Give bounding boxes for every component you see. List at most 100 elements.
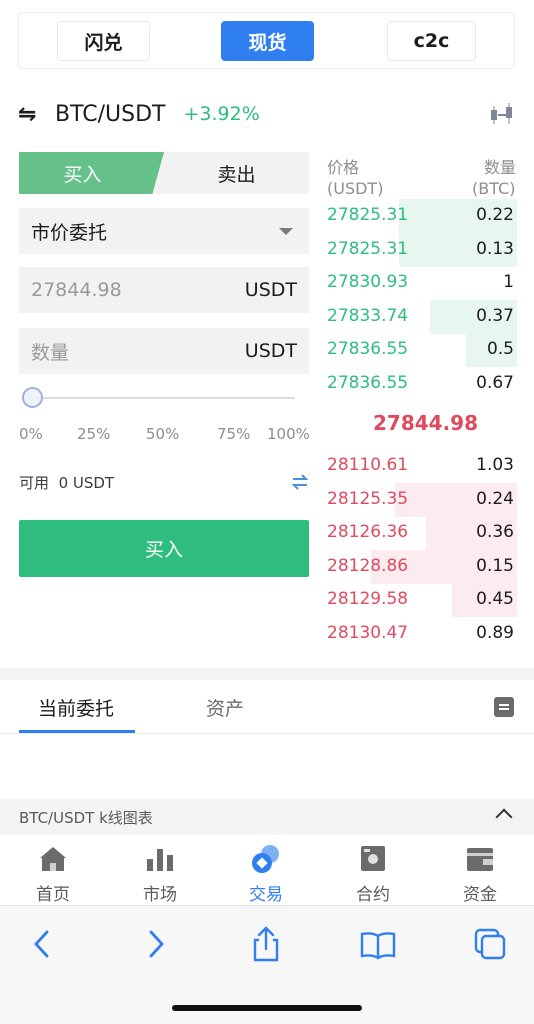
bid-row[interactable]: 27836.55 0.5 (327, 333, 517, 367)
nav-market[interactable]: 市场 (107, 835, 213, 905)
bid-row[interactable]: 27836.55 0.67 (327, 367, 517, 401)
ask-row[interactable]: 28128.86 0.15 (327, 549, 517, 584)
nav-home-label: 首页 (36, 885, 70, 905)
buy-sell-toggle: 买入 卖出 (19, 152, 309, 194)
nav-home[interactable]: 首页 (0, 835, 106, 905)
bid-qty: 1 (503, 272, 514, 292)
nav-trade[interactable]: 交易 (213, 835, 319, 905)
tabs-border (0, 733, 534, 734)
bookmarks-icon[interactable] (358, 924, 398, 964)
ob-qty-unit: (BTC) (472, 179, 516, 198)
candlestick-icon[interactable] (488, 100, 516, 128)
ask-price: 28130.47 (327, 622, 409, 643)
tab-spot[interactable]: 现货 (221, 21, 314, 61)
ask-price: 28129.58 (327, 589, 409, 609)
transfer-icon[interactable] (290, 472, 310, 492)
kline-chart-label: BTC/USDT k线图表 (19, 808, 153, 827)
tab-c2c[interactable]: c2c (387, 21, 476, 61)
ask-row[interactable]: 28126.36 0.36 (327, 516, 517, 550)
amount-slider-knob[interactable] (22, 387, 43, 408)
bid-qty: 0.37 (476, 305, 514, 326)
ob-price-header: 价格 (327, 158, 360, 177)
nav-contract-label: 合约 (356, 885, 390, 905)
ask-price: 28125.35 (327, 488, 409, 509)
tab-assets[interactable]: 资产 (206, 694, 244, 721)
amount-slider-track[interactable] (33, 397, 295, 399)
ask-qty: 0.45 (476, 589, 514, 609)
mode-tab-bar: 闪兑 现货 c2c (18, 12, 515, 69)
ask-qty: 0.36 (476, 522, 514, 542)
price-field[interactable]: 27844.98 USDT (19, 267, 309, 313)
order-history-icon[interactable] (494, 697, 514, 717)
bid-qty: 0.22 (476, 205, 514, 225)
forward-icon[interactable] (136, 924, 176, 964)
home-icon (40, 847, 66, 871)
price-value: 27844.98 (31, 279, 122, 301)
percent-50[interactable]: 50% (146, 425, 179, 443)
share-icon[interactable] (246, 924, 286, 964)
ask-row[interactable]: 28110.61 1.03 (327, 449, 517, 483)
ask-row[interactable]: 28129.58 0.45 (327, 583, 517, 617)
bid-qty: 0.67 (476, 372, 514, 393)
kline-chart-bar[interactable]: BTC/USDT k线图表 (0, 799, 534, 835)
nav-funds[interactable]: 资金 (427, 835, 533, 905)
available-balance: 可用 0 USDT (19, 472, 114, 493)
ask-row[interactable]: 28125.35 0.24 (327, 482, 517, 517)
ob-qty-header: 数量 (484, 158, 517, 177)
sell-tab[interactable]: 卖出 (164, 152, 309, 194)
order-type-select[interactable]: 市价委托 (19, 208, 309, 254)
ask-row[interactable]: 28130.47 0.89 (327, 617, 517, 651)
ask-price: 28128.86 (327, 555, 409, 576)
bid-row[interactable]: 27830.93 1 (327, 266, 517, 300)
buy-button[interactable]: 买入 (19, 520, 309, 577)
nav-trade-label: 交易 (249, 885, 283, 905)
amount-unit: USDT (244, 340, 297, 362)
dropdown-caret-icon (279, 227, 293, 235)
percent-0[interactable]: 0% (19, 425, 43, 443)
ask-price: 28110.61 (327, 455, 409, 475)
bid-row[interactable]: 27825.31 0.22 (327, 199, 517, 233)
market-chart-icon (147, 849, 173, 871)
trade-icon (252, 845, 279, 873)
contract-icon (361, 846, 385, 871)
home-indicator (172, 1005, 362, 1011)
price-unit: USDT (244, 279, 297, 301)
nav-funds-label: 资金 (463, 885, 497, 905)
bid-price: 27833.74 (327, 305, 409, 326)
bid-row[interactable]: 27833.74 0.37 (327, 299, 517, 334)
bid-price: 27825.31 (327, 205, 409, 225)
amount-placeholder: 数量 (31, 341, 70, 364)
percent-25[interactable]: 25% (77, 425, 110, 443)
tab-current-orders[interactable]: 当前委托 (38, 694, 114, 721)
bid-qty: 0.13 (476, 238, 514, 259)
bid-row[interactable]: 27825.31 0.13 (327, 232, 517, 267)
tab-swap[interactable]: 闪兑 (57, 21, 150, 61)
bid-qty: 0.5 (486, 339, 514, 359)
bid-price: 27825.31 (327, 238, 409, 259)
nav-contract[interactable]: 合约 (320, 835, 426, 905)
section-divider (0, 668, 534, 680)
percent-100[interactable]: 100% (267, 425, 310, 443)
back-icon[interactable] (22, 924, 62, 964)
nav-market-label: 市场 (143, 885, 177, 905)
pair-change: +3.92% (183, 103, 260, 125)
ask-qty: 0.89 (476, 622, 514, 643)
bottom-nav: 首页 市场 交易 合约 资金 (0, 835, 534, 905)
pair-name[interactable]: BTC/USDT (55, 102, 165, 127)
ask-qty: 0.24 (476, 488, 514, 509)
bid-price: 27836.55 (327, 339, 409, 359)
pair-header: ⇋ BTC/USDT +3.92% (18, 96, 260, 132)
ask-qty: 1.03 (476, 455, 514, 475)
ob-price-unit: (USDT) (327, 179, 384, 198)
wallet-icon (467, 848, 493, 871)
mid-price: 27844.98 (373, 411, 479, 435)
percent-75[interactable]: 75% (217, 425, 250, 443)
tabs-icon[interactable] (470, 924, 510, 964)
ask-qty: 0.15 (476, 555, 514, 576)
amount-field[interactable]: 数量 USDT (19, 328, 309, 374)
switch-pair-icon[interactable]: ⇋ (18, 102, 48, 127)
bid-price: 27836.55 (327, 372, 409, 393)
order-type-value: 市价委托 (31, 221, 108, 244)
available-label: 可用 (19, 474, 50, 492)
buy-tab[interactable]: 买入 (19, 152, 164, 194)
